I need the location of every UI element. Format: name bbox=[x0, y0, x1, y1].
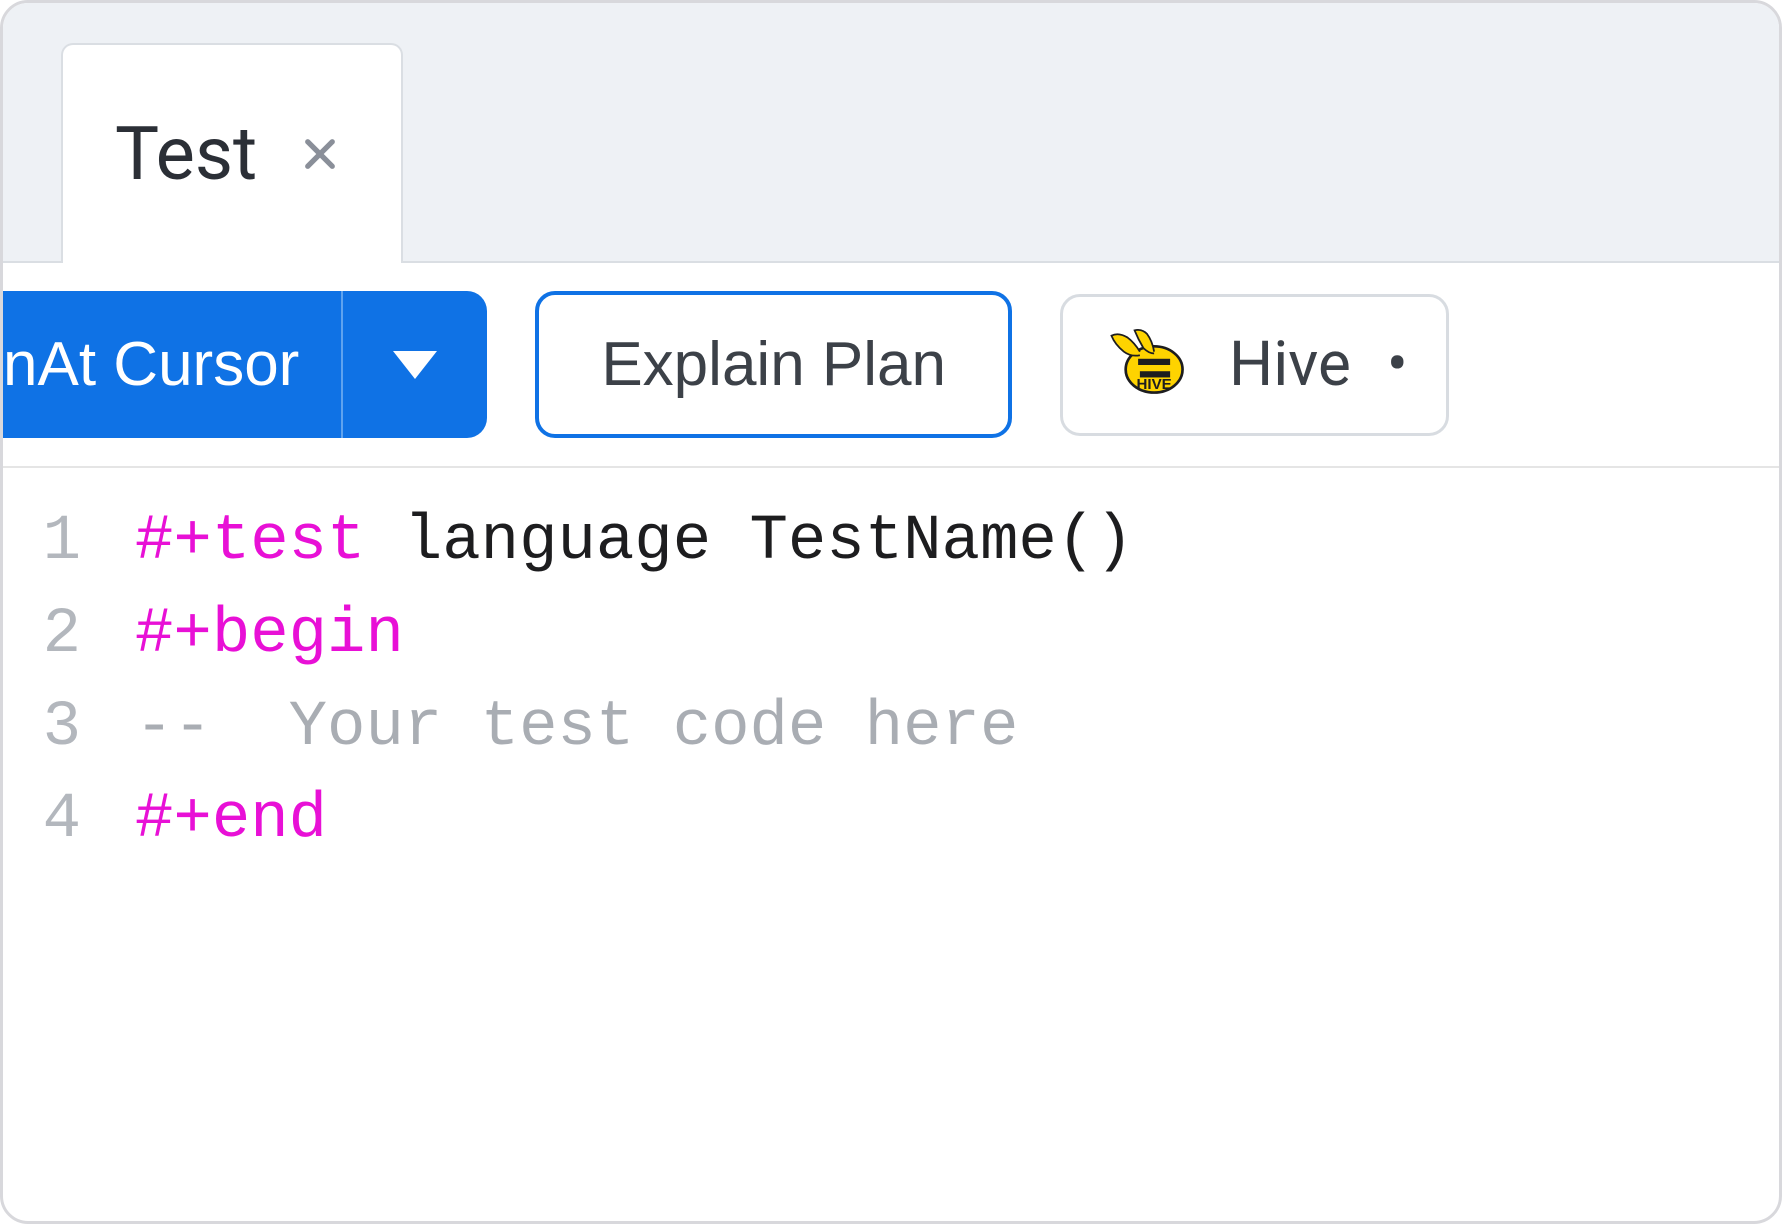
run-dropdown-button[interactable] bbox=[343, 291, 487, 438]
chevron-down-icon bbox=[393, 351, 437, 379]
bullet-icon: • bbox=[1387, 334, 1408, 396]
close-icon[interactable] bbox=[295, 129, 345, 179]
line-content[interactable]: #+begin bbox=[135, 589, 404, 682]
line-number: 2 bbox=[3, 589, 135, 682]
line-content[interactable]: #+test language TestName() bbox=[135, 496, 1134, 589]
line-number: 4 bbox=[3, 774, 135, 867]
tab-test[interactable]: Test bbox=[61, 43, 403, 263]
run-button-prefix: n bbox=[3, 329, 37, 400]
editor-line: 4#+end bbox=[3, 774, 1779, 867]
explain-plan-button[interactable]: Explain Plan bbox=[535, 291, 1012, 438]
line-content[interactable]: #+end bbox=[135, 774, 327, 867]
run-at-cursor-button[interactable]: n At Cursor bbox=[3, 291, 343, 438]
editor-line: 3-- Your test code here bbox=[3, 682, 1779, 775]
line-content[interactable]: -- Your test code here bbox=[135, 682, 1018, 775]
run-button-label: At Cursor bbox=[37, 329, 299, 400]
line-number: 3 bbox=[3, 682, 135, 775]
editor-window: Test n At Cursor Explain Plan bbox=[0, 0, 1782, 1224]
code-editor[interactable]: 1#+test language TestName()2#+begin3-- Y… bbox=[3, 468, 1779, 867]
editor-line: 2#+begin bbox=[3, 589, 1779, 682]
editor-line: 1#+test language TestName() bbox=[3, 496, 1779, 589]
hive-icon: HIVE bbox=[1101, 325, 1193, 405]
connection-label: Hive bbox=[1229, 328, 1351, 401]
line-number: 1 bbox=[3, 496, 135, 589]
svg-text:HIVE: HIVE bbox=[1136, 376, 1171, 393]
tab-label: Test bbox=[115, 111, 257, 198]
toolbar: n At Cursor Explain Plan HIVE Hive • bbox=[3, 263, 1779, 468]
connection-selector[interactable]: HIVE Hive • bbox=[1060, 294, 1449, 436]
run-button-group: n At Cursor bbox=[3, 291, 487, 438]
tab-bar: Test bbox=[3, 3, 1779, 263]
